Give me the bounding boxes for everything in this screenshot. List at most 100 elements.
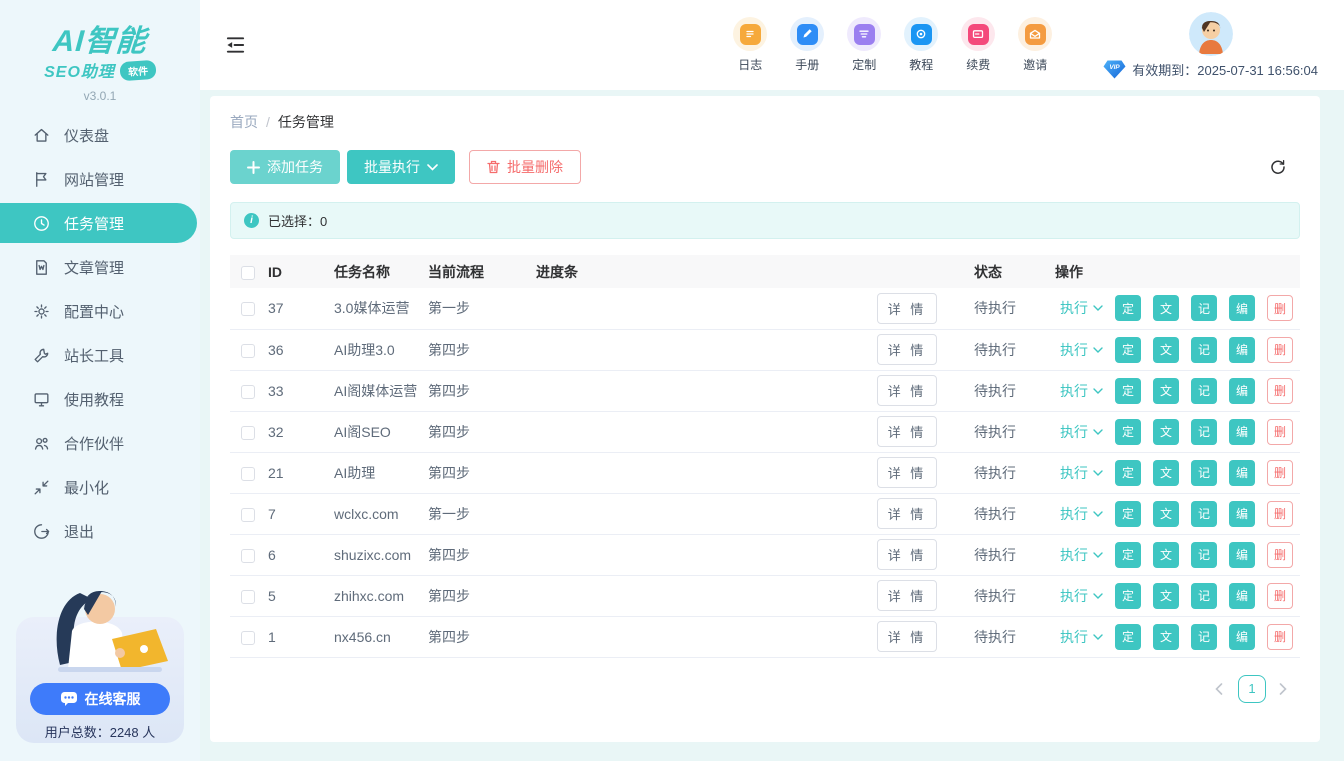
detail-button[interactable]: 详 情 bbox=[877, 539, 938, 570]
sidebar-item-partners[interactable]: 合作伙伴 bbox=[0, 423, 200, 463]
op-button-schedule[interactable]: 定 bbox=[1115, 460, 1141, 486]
row-checkbox[interactable] bbox=[241, 385, 255, 399]
add-task-button[interactable]: 添加任务 bbox=[230, 150, 340, 184]
detail-button[interactable]: 详 情 bbox=[877, 457, 938, 488]
quick-link-manual[interactable]: 手册 bbox=[789, 17, 825, 73]
sidebar-item-document[interactable]: 文章管理 bbox=[0, 247, 200, 287]
next-page-icon[interactable] bbox=[1278, 683, 1290, 695]
op-button-delete[interactable]: 删 bbox=[1267, 337, 1293, 363]
execute-dropdown[interactable]: 执行 bbox=[1060, 463, 1103, 483]
quick-link-invite[interactable]: 邀请 bbox=[1017, 17, 1053, 73]
op-button-article[interactable]: 文 bbox=[1153, 583, 1179, 609]
row-checkbox[interactable] bbox=[241, 590, 255, 604]
sidebar-collapse-icon[interactable] bbox=[225, 35, 247, 55]
row-checkbox[interactable] bbox=[241, 631, 255, 645]
op-button-edit[interactable]: 编 bbox=[1229, 295, 1255, 321]
execute-dropdown[interactable]: 执行 bbox=[1060, 504, 1103, 524]
op-button-delete[interactable]: 删 bbox=[1267, 295, 1293, 321]
detail-button[interactable]: 详 情 bbox=[877, 293, 938, 324]
detail-button[interactable]: 详 情 bbox=[877, 334, 938, 365]
op-button-schedule[interactable]: 定 bbox=[1115, 337, 1141, 363]
op-button-schedule[interactable]: 定 bbox=[1115, 419, 1141, 445]
row-checkbox[interactable] bbox=[241, 344, 255, 358]
execute-dropdown[interactable]: 执行 bbox=[1060, 381, 1103, 401]
op-button-delete[interactable]: 删 bbox=[1267, 542, 1293, 568]
op-button-schedule[interactable]: 定 bbox=[1115, 295, 1141, 321]
op-button-delete[interactable]: 删 bbox=[1267, 583, 1293, 609]
op-button-schedule[interactable]: 定 bbox=[1115, 583, 1141, 609]
row-checkbox[interactable] bbox=[241, 508, 255, 522]
quick-link-renew[interactable]: 续费 bbox=[960, 17, 996, 73]
row-checkbox[interactable] bbox=[241, 549, 255, 563]
op-button-article[interactable]: 文 bbox=[1153, 460, 1179, 486]
op-button-record[interactable]: 记 bbox=[1191, 295, 1217, 321]
op-button-edit[interactable]: 编 bbox=[1229, 419, 1255, 445]
op-button-record[interactable]: 记 bbox=[1191, 501, 1217, 527]
online-service-button[interactable]: 在线客服 bbox=[30, 683, 170, 715]
batch-delete-button[interactable]: 批量删除 bbox=[469, 150, 581, 184]
op-button-record[interactable]: 记 bbox=[1191, 542, 1217, 568]
sidebar-item-clock[interactable]: 任务管理 bbox=[0, 203, 197, 243]
op-button-article[interactable]: 文 bbox=[1153, 624, 1179, 650]
execute-dropdown[interactable]: 执行 bbox=[1060, 298, 1103, 318]
op-button-edit[interactable]: 编 bbox=[1229, 378, 1255, 404]
op-button-schedule[interactable]: 定 bbox=[1115, 624, 1141, 650]
op-button-article[interactable]: 文 bbox=[1153, 295, 1179, 321]
execute-dropdown[interactable]: 执行 bbox=[1060, 586, 1103, 606]
row-checkbox[interactable] bbox=[241, 426, 255, 440]
sidebar-item-minimize[interactable]: 最小化 bbox=[0, 467, 200, 507]
row-checkbox[interactable] bbox=[241, 467, 255, 481]
op-button-edit[interactable]: 编 bbox=[1229, 501, 1255, 527]
sidebar-item-home[interactable]: 仪表盘 bbox=[0, 115, 200, 155]
quick-link-custom[interactable]: 定制 bbox=[846, 17, 882, 73]
select-all-checkbox[interactable] bbox=[241, 266, 255, 280]
avatar[interactable] bbox=[1189, 12, 1233, 56]
op-button-record[interactable]: 记 bbox=[1191, 583, 1217, 609]
op-button-delete[interactable]: 删 bbox=[1267, 624, 1293, 650]
sidebar-item-flag[interactable]: 网站管理 bbox=[0, 159, 200, 199]
op-button-record[interactable]: 记 bbox=[1191, 624, 1217, 650]
execute-dropdown[interactable]: 执行 bbox=[1060, 545, 1103, 565]
op-button-edit[interactable]: 编 bbox=[1229, 542, 1255, 568]
detail-button[interactable]: 详 情 bbox=[877, 498, 938, 529]
quick-link-tutorial[interactable]: 教程 bbox=[903, 17, 939, 73]
refresh-icon[interactable] bbox=[1268, 157, 1288, 177]
row-checkbox[interactable] bbox=[241, 302, 255, 316]
op-button-delete[interactable]: 删 bbox=[1267, 378, 1293, 404]
prev-page-icon[interactable] bbox=[1214, 683, 1226, 695]
op-button-delete[interactable]: 删 bbox=[1267, 419, 1293, 445]
execute-dropdown[interactable]: 执行 bbox=[1060, 422, 1103, 442]
op-button-article[interactable]: 文 bbox=[1153, 378, 1179, 404]
op-button-schedule[interactable]: 定 bbox=[1115, 378, 1141, 404]
op-button-record[interactable]: 记 bbox=[1191, 460, 1217, 486]
detail-button[interactable]: 详 情 bbox=[877, 621, 938, 652]
sidebar-item-logout[interactable]: 退出 bbox=[0, 511, 200, 551]
page-number[interactable]: 1 bbox=[1238, 675, 1266, 703]
op-button-schedule[interactable]: 定 bbox=[1115, 542, 1141, 568]
quick-link-log[interactable]: 日志 bbox=[732, 17, 768, 73]
op-button-record[interactable]: 记 bbox=[1191, 378, 1217, 404]
batch-execute-button[interactable]: 批量执行 bbox=[347, 150, 455, 184]
op-button-schedule[interactable]: 定 bbox=[1115, 501, 1141, 527]
op-button-article[interactable]: 文 bbox=[1153, 501, 1179, 527]
execute-dropdown[interactable]: 执行 bbox=[1060, 627, 1103, 647]
op-button-record[interactable]: 记 bbox=[1191, 337, 1217, 363]
op-button-edit[interactable]: 编 bbox=[1229, 460, 1255, 486]
execute-dropdown[interactable]: 执行 bbox=[1060, 340, 1103, 360]
op-button-edit[interactable]: 编 bbox=[1229, 337, 1255, 363]
op-button-delete[interactable]: 删 bbox=[1267, 501, 1293, 527]
op-button-article[interactable]: 文 bbox=[1153, 419, 1179, 445]
sidebar-item-monitor[interactable]: 使用教程 bbox=[0, 379, 200, 419]
op-button-record[interactable]: 记 bbox=[1191, 419, 1217, 445]
detail-button[interactable]: 详 情 bbox=[877, 375, 938, 406]
sidebar-item-gear[interactable]: 配置中心 bbox=[0, 291, 200, 331]
detail-button[interactable]: 详 情 bbox=[877, 416, 938, 447]
op-button-article[interactable]: 文 bbox=[1153, 337, 1179, 363]
sidebar-item-wrench[interactable]: 站长工具 bbox=[0, 335, 200, 375]
op-button-edit[interactable]: 编 bbox=[1229, 583, 1255, 609]
detail-button[interactable]: 详 情 bbox=[877, 580, 938, 611]
op-button-edit[interactable]: 编 bbox=[1229, 624, 1255, 650]
op-button-delete[interactable]: 删 bbox=[1267, 460, 1293, 486]
op-button-article[interactable]: 文 bbox=[1153, 542, 1179, 568]
breadcrumb-home[interactable]: 首页 bbox=[230, 112, 258, 132]
